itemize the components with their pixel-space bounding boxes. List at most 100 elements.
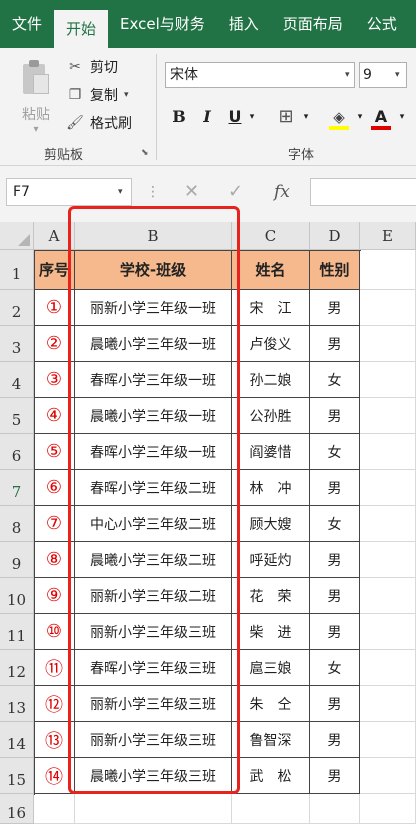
table-class-cell[interactable]: 晨曦小学三年级一班 [75, 398, 232, 434]
table-header-cell[interactable]: 学校-班级 [75, 250, 232, 290]
underline-dropdown-icon[interactable]: ▾ [246, 104, 258, 130]
column-header[interactable]: B [75, 222, 232, 250]
table-index-cell[interactable]: ⑪ [34, 650, 75, 686]
table-gender-cell[interactable]: 女 [310, 434, 360, 470]
table-index-cell[interactable]: ⑭ [34, 758, 75, 794]
row-header[interactable]: 4 [0, 362, 34, 398]
table-gender-cell[interactable]: 男 [310, 290, 360, 326]
table-gender-cell[interactable]: 男 [310, 578, 360, 614]
table-gender-cell[interactable]: 女 [310, 506, 360, 542]
grid-cell[interactable] [360, 686, 416, 722]
fill-color-button[interactable]: ◈ [328, 104, 350, 130]
column-header[interactable]: E [360, 222, 416, 250]
grid-cell[interactable] [360, 542, 416, 578]
name-box[interactable]: F7 [6, 178, 132, 206]
column-header[interactable]: A [34, 222, 75, 250]
grid-cell[interactable] [360, 506, 416, 542]
grid-cell[interactable] [34, 794, 75, 824]
ribbon-tab[interactable]: 页面布局 [271, 0, 355, 48]
paste-dropdown-icon[interactable]: ▾ [14, 124, 58, 135]
table-name-cell[interactable]: 卢俊义 [232, 326, 310, 362]
column-header[interactable]: D [310, 222, 360, 250]
row-header[interactable]: 6 [0, 434, 34, 470]
table-index-cell[interactable]: ⑤ [34, 434, 75, 470]
table-class-cell[interactable]: 中心小学三年级二班 [75, 506, 232, 542]
font-color-dropdown-icon[interactable]: ▾ [396, 104, 408, 130]
worksheet-grid[interactable]: A B C D E 1 2 3 4 5 6 7 8 9 10 11 12 13 14 15 16 序号 学校-班级 姓名 性别 ①… [0, 206, 416, 826]
formula-input[interactable] [310, 178, 416, 206]
row-header[interactable]: 10 [0, 578, 34, 614]
grid-cell[interactable] [360, 614, 416, 650]
table-name-cell[interactable]: 孙二娘 [232, 362, 310, 398]
table-name-cell[interactable]: 宋 江 [232, 290, 310, 326]
ribbon-tab[interactable]: 公式 [355, 0, 409, 48]
copy-dropdown-icon[interactable]: ▾ [124, 90, 129, 100]
ribbon-tab[interactable]: Excel与财务 [108, 0, 217, 48]
table-index-cell[interactable]: ⑦ [34, 506, 75, 542]
grid-cell[interactable] [360, 758, 416, 794]
table-index-cell[interactable]: ③ [34, 362, 75, 398]
row-header[interactable]: 1 [0, 250, 34, 290]
table-class-cell[interactable]: 丽新小学三年级一班 [75, 290, 232, 326]
fill-color-dropdown-icon[interactable]: ▾ [354, 104, 366, 130]
table-gender-cell[interactable]: 女 [310, 362, 360, 398]
grid-cell[interactable] [360, 578, 416, 614]
row-header[interactable]: 11 [0, 614, 34, 650]
table-header-cell[interactable]: 姓名 [232, 250, 310, 290]
row-header[interactable]: 16 [0, 794, 34, 824]
grid-cell[interactable] [360, 722, 416, 758]
row-header[interactable]: 3 [0, 326, 34, 362]
border-button[interactable]: ⊞ [274, 104, 298, 130]
row-header[interactable]: 9 [0, 542, 34, 578]
table-class-cell[interactable]: 丽新小学三年级三班 [75, 722, 232, 758]
table-index-cell[interactable]: ⑧ [34, 542, 75, 578]
font-color-button[interactable]: A [370, 104, 392, 130]
row-header[interactable]: 2 [0, 290, 34, 326]
table-class-cell[interactable]: 春晖小学三年级二班 [75, 470, 232, 506]
grid-cell[interactable] [360, 362, 416, 398]
grid-cell[interactable] [360, 434, 416, 470]
grid-cell[interactable] [310, 794, 360, 824]
grid-cell[interactable] [360, 290, 416, 326]
table-index-cell[interactable]: ⑨ [34, 578, 75, 614]
table-name-cell[interactable]: 扈三娘 [232, 650, 310, 686]
table-gender-cell[interactable]: 女 [310, 650, 360, 686]
table-header-cell[interactable]: 性别 [310, 250, 360, 290]
grid-cell[interactable] [360, 326, 416, 362]
table-gender-cell[interactable]: 男 [310, 722, 360, 758]
format-painter-button[interactable]: 🖌 格式刷 [66, 110, 132, 136]
table-class-cell[interactable]: 晨曦小学三年级一班 [75, 326, 232, 362]
table-name-cell[interactable]: 呼延灼 [232, 542, 310, 578]
table-class-cell[interactable]: 丽新小学三年级三班 [75, 614, 232, 650]
italic-button[interactable]: I [198, 104, 216, 130]
table-index-cell[interactable]: ⑩ [34, 614, 75, 650]
table-index-cell[interactable]: ⑬ [34, 722, 75, 758]
table-name-cell[interactable]: 朱 仝 [232, 686, 310, 722]
table-name-cell[interactable]: 公孙胜 [232, 398, 310, 434]
table-index-cell[interactable]: ④ [34, 398, 75, 434]
cancel-icon[interactable]: ✕ [184, 178, 199, 206]
font-name-dropdown-icon[interactable]: ▾ [345, 62, 357, 88]
copy-button[interactable]: ❐ 复制 ▾ [66, 82, 129, 108]
grid-cell[interactable] [360, 250, 416, 290]
table-class-cell[interactable]: 春晖小学三年级一班 [75, 434, 232, 470]
table-gender-cell[interactable]: 男 [310, 686, 360, 722]
table-index-cell[interactable]: ⑫ [34, 686, 75, 722]
table-name-cell[interactable]: 阎婆惜 [232, 434, 310, 470]
grid-cell[interactable] [75, 794, 232, 824]
name-box-dropdown-icon[interactable]: ▾ [118, 178, 123, 206]
insert-function-button[interactable]: fx [274, 178, 290, 206]
table-header-cell[interactable]: 序号 [34, 250, 75, 290]
grid-cell[interactable] [360, 398, 416, 434]
enter-icon[interactable]: ✓ [228, 178, 243, 206]
row-header[interactable]: 12 [0, 650, 34, 686]
table-class-cell[interactable]: 晨曦小学三年级二班 [75, 542, 232, 578]
table-name-cell[interactable]: 林 冲 [232, 470, 310, 506]
font-name-select[interactable]: 宋体 [165, 62, 355, 88]
column-header[interactable]: C [232, 222, 310, 250]
select-all-button[interactable] [0, 222, 34, 250]
table-gender-cell[interactable]: 男 [310, 470, 360, 506]
splitter-handle-icon[interactable]: ⋮ [146, 178, 160, 206]
table-gender-cell[interactable]: 男 [310, 398, 360, 434]
row-header[interactable]: 8 [0, 506, 34, 542]
